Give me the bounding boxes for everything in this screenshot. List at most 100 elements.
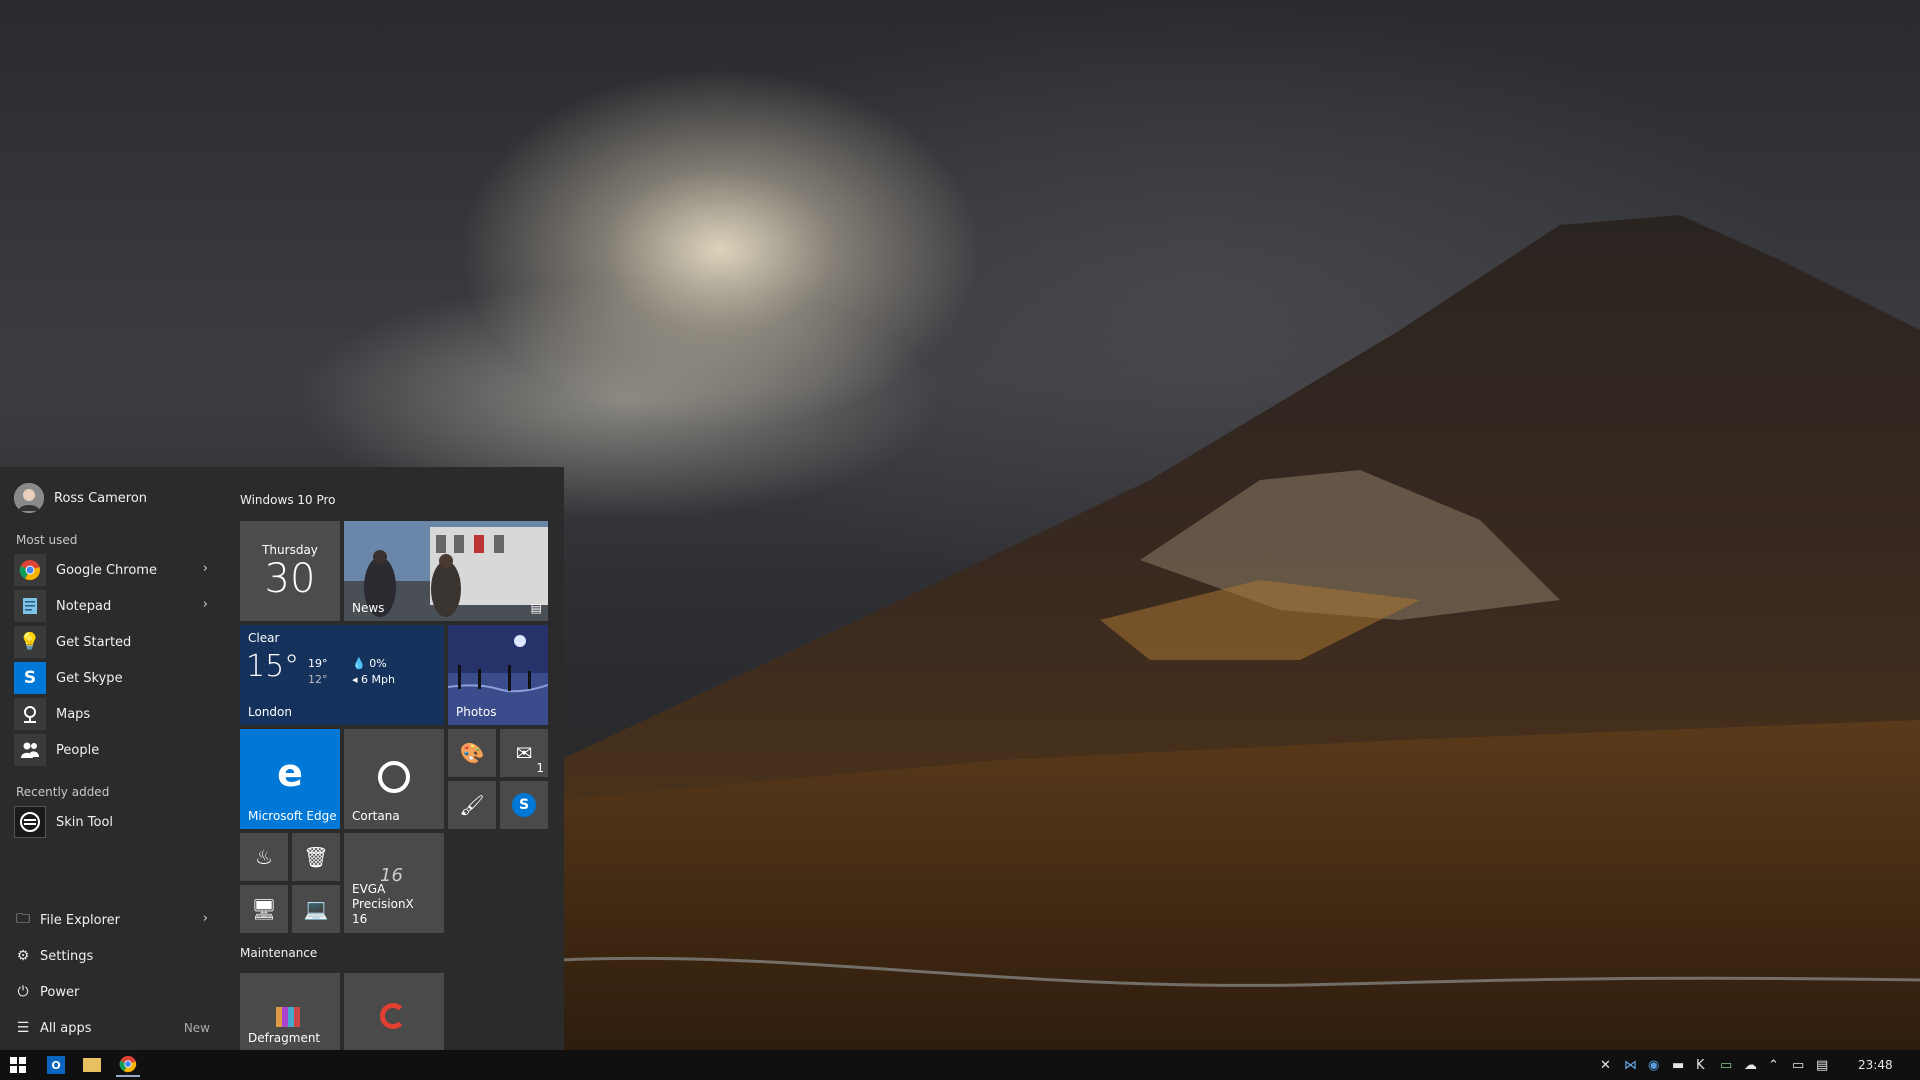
most-used-heading: Most used [16,533,78,547]
list-item-label: Get Started [56,634,132,650]
action-center-icon[interactable]: ▤ [1816,1058,1828,1073]
network-app-tray-icon[interactable]: ⋈ [1624,1058,1637,1073]
recycle-bin-tile[interactable]: 🗑 [292,833,340,881]
file-explorer-button[interactable]: 🗀 File Explorer › [14,905,214,935]
list-item-maps[interactable]: Maps [14,698,214,730]
recently-added-heading: Recently added [16,785,110,799]
weather-high: 19° [308,657,328,670]
folder-icon: 🗀 [16,911,30,927]
power-label: Power [40,984,80,1000]
photos-tile[interactable]: Photos [448,625,548,725]
mail-icon: ✉ [515,741,533,765]
edge-icon: e [277,751,303,795]
calendar-day: Thursday [262,543,318,557]
skype-tile[interactable]: S [500,781,548,829]
chrome-icon [119,1055,137,1073]
onedrive-tray-icon[interactable]: ☁ [1744,1058,1757,1073]
windows-logo-icon [10,1057,26,1073]
evga-tile[interactable]: 16 EVGA PrecisionX 16 [344,833,444,933]
ccleaner-tile[interactable] [344,973,444,1051]
news-icon: ▤ [530,601,542,615]
ccleaner-icon [380,1003,406,1029]
user-account[interactable]: Ross Cameron [14,483,214,513]
avatar [14,483,44,513]
weather-precip: 💧 0% [352,657,387,670]
skin-tool-icon [14,806,46,838]
user-name: Ross Cameron [54,490,148,506]
computer-icon: 💻 [303,897,329,921]
start-button[interactable] [6,1053,30,1077]
list-item-label: Google Chrome [56,562,157,578]
computer-tile[interactable]: 💻 [292,885,340,933]
weather-city: London [248,705,292,719]
list-item-get-skype[interactable]: S Get Skype [14,662,214,694]
people-icon [14,734,46,766]
defragment-tile-label: Defragment [248,1031,321,1045]
list-item-label: Skin Tool [56,814,114,830]
weather-precip-value: 0% [369,657,387,670]
chevron-up-icon[interactable]: ⌃ [1768,1058,1779,1073]
file-explorer-taskbar-button[interactable] [80,1053,104,1077]
drive-tray-icon[interactable]: ▬ [1672,1058,1684,1073]
list-item-label: Maps [56,706,91,722]
weather-tile[interactable]: Clear 15° 19° 12° 💧 0% ◂ 6 Mph London [240,625,444,725]
steam-tile[interactable]: ♨ [240,833,288,881]
power-icon: ⏻ [17,984,29,1000]
paint-tool-tile[interactable]: 🖌 [448,781,496,829]
paint-icon: 🎨 [459,741,485,765]
taskbar-clock[interactable]: 23:48 [1858,1058,1893,1072]
chevron-right-icon[interactable]: › [203,561,208,576]
new-badge: New [183,1021,210,1035]
calendar-date: 30 [264,556,316,602]
edge-tile-label: Microsoft Edge [248,809,337,823]
x-tray-icon[interactable]: ✕ [1600,1058,1611,1073]
news-tile[interactable]: News ▤ [344,521,548,621]
power-button[interactable]: ⏻ Power [14,977,214,1007]
notepad-icon [14,590,46,622]
list-item-notepad[interactable]: Notepad › [14,590,214,622]
tile-group-heading: Windows 10 Pro [240,493,336,507]
start-menu: Ross Cameron Most used Google Chrome › N… [0,467,564,1051]
list-item-skin-tool[interactable]: Skin Tool [14,806,214,838]
maps-icon [14,698,46,730]
settings-button[interactable]: ⚙ Settings [14,941,214,971]
k-tray-icon[interactable]: K [1696,1058,1705,1073]
skype-icon: S [512,793,536,817]
settings-label: Settings [40,948,94,964]
cortana-tile-label: Cortana [352,809,400,823]
edge-tile[interactable]: e Microsoft Edge [240,729,340,829]
weather-wind: ◂ 6 Mph [352,673,395,686]
list-item-people[interactable]: People [14,734,214,766]
weather-temp: 15° [246,649,300,684]
control-panel-tile[interactable]: 🖥 [240,885,288,933]
paint-tile[interactable]: 🎨 [448,729,496,777]
defragment-tile[interactable]: Defragment [240,973,340,1051]
news-tile-label: News [352,601,385,615]
all-apps-label: All apps [40,1020,92,1036]
steam-icon: ♨ [255,845,273,869]
weather-wind-value: 6 Mph [361,673,395,686]
mail-tile[interactable]: ✉ 1 [500,729,548,777]
taskbar: O ✕ ⋈ ◉ ▬ K ▭ ☁ ⌃ ▭ ▤ 23:48 [0,1050,1920,1080]
chrome-taskbar-button[interactable] [116,1053,140,1077]
display-tray-icon[interactable]: ▭ [1792,1058,1804,1073]
chevron-right-icon[interactable]: › [203,911,208,926]
outlook-taskbar-button[interactable]: O [44,1053,68,1077]
globe-tray-icon[interactable]: ◉ [1648,1058,1659,1073]
list-item-get-started[interactable]: 💡 Get Started [14,626,214,658]
outlook-icon: O [47,1056,65,1074]
photos-tile-label: Photos [456,705,497,719]
calendar-tile[interactable]: Thursday 30 [240,521,340,621]
cortana-tile[interactable]: Cortana [344,729,444,829]
all-apps-button[interactable]: ☰ All apps New [14,1013,214,1043]
battery-tray-icon[interactable]: ▭ [1720,1058,1732,1073]
palette-icon: 🖌 [459,793,485,817]
list-item-google-chrome[interactable]: Google Chrome › [14,554,214,586]
cortana-icon [378,761,410,793]
chevron-right-icon[interactable]: › [203,597,208,612]
evga-tile-label: EVGA PrecisionX 16 [352,882,414,926]
list-item-label: Get Skype [56,670,123,686]
wind-icon: ◂ [352,673,358,686]
list-icon: ☰ [16,1020,30,1036]
list-item-label: Notepad [56,598,112,614]
